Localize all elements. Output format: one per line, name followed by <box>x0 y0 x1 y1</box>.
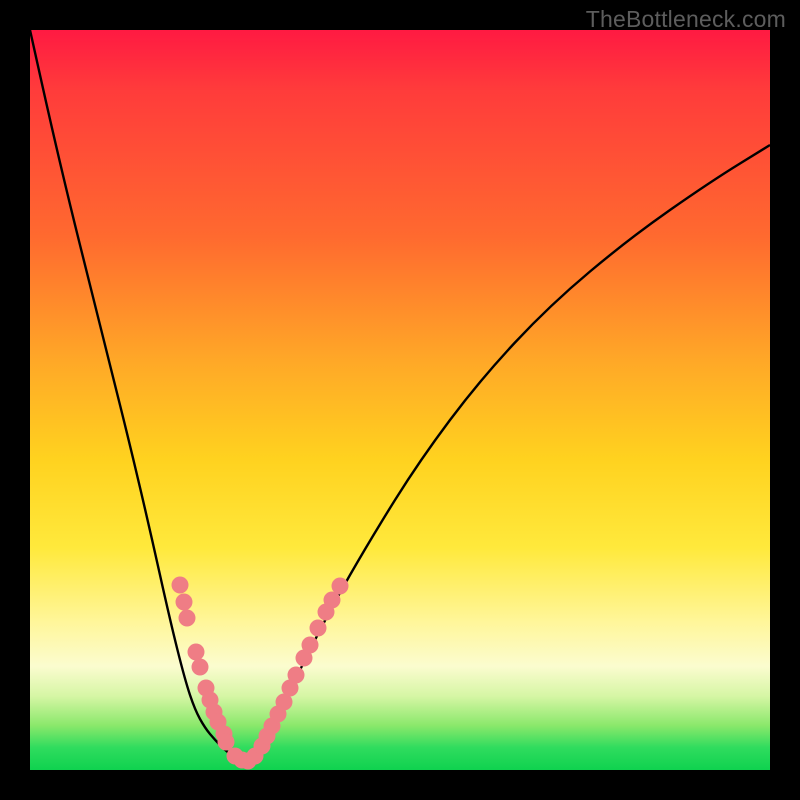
bead-marker <box>302 637 319 654</box>
bead-marker <box>288 667 305 684</box>
plot-area <box>30 30 770 770</box>
bead-marker <box>310 620 327 637</box>
right-curve <box>245 145 770 764</box>
bead-marker <box>188 644 205 661</box>
left-curve <box>30 30 245 764</box>
bead-marker <box>179 610 196 627</box>
beads-group <box>172 577 349 770</box>
curves-svg <box>30 30 770 770</box>
bead-marker <box>176 594 193 611</box>
bead-marker <box>332 578 349 595</box>
watermark-label: TheBottleneck.com <box>586 6 786 33</box>
chart-frame: TheBottleneck.com <box>0 0 800 800</box>
bead-marker <box>192 659 209 676</box>
bead-marker <box>218 734 235 751</box>
bead-marker <box>172 577 189 594</box>
